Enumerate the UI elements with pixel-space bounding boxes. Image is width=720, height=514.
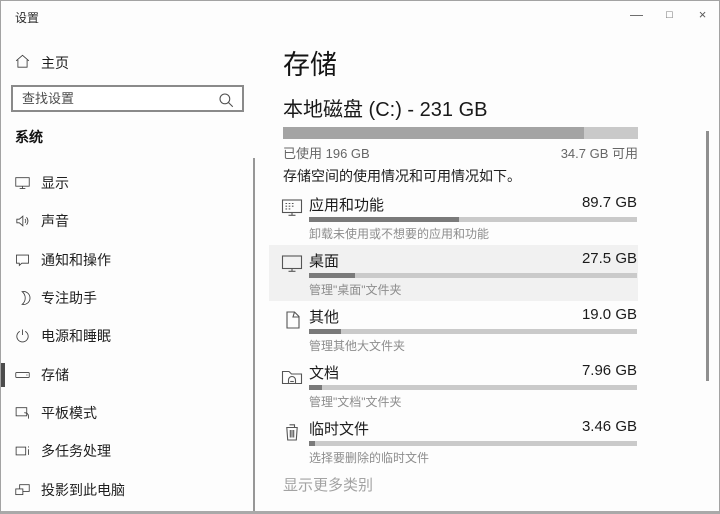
- sidebar-item-focus-assist[interactable]: 专注助手: [1, 279, 253, 317]
- category-subtitle: 管理"文档"文件夹: [309, 393, 402, 410]
- sidebar-item-label: 电源和睡眠: [41, 326, 111, 346]
- usage-description: 存储空间的使用情况和可用情况如下。: [283, 166, 521, 186]
- category-size: 3.46 GB: [582, 418, 637, 435]
- category-size: 19.0 GB: [582, 306, 637, 323]
- disk-usage-bar: [283, 127, 638, 139]
- project-icon: [14, 481, 31, 498]
- category-size: 7.96 GB: [582, 362, 637, 379]
- category-row[interactable]: 桌面 27.5 GB 管理"桌面"文件夹: [269, 245, 638, 301]
- tablet-icon: [14, 404, 31, 421]
- documents-folder-icon: [280, 364, 304, 388]
- category-row[interactable]: 其他 19.0 GB 管理其他大文件夹: [269, 301, 638, 357]
- sidebar-item-notifications[interactable]: 通知和操作: [1, 241, 253, 279]
- sidebar-item-power-sleep[interactable]: 电源和睡眠: [1, 317, 253, 355]
- category-usage-bar: [309, 441, 637, 446]
- category-usage-bar-fill: [309, 273, 355, 278]
- search-box: [11, 85, 244, 112]
- show-more-categories-link[interactable]: 显示更多类别: [283, 474, 373, 495]
- focus-assist-icon: [14, 290, 31, 307]
- sidebar-item-label: 投影到此电脑: [41, 480, 125, 500]
- window-controls: — □ ×: [620, 1, 719, 28]
- maximize-button[interactable]: □: [653, 1, 686, 28]
- window-title: 设置: [15, 9, 39, 26]
- apps-icon: [280, 196, 304, 220]
- settings-window: 设置 —□× 主页 系统 显示声音通知和操作专注助手电源和睡眠存储平板模式多任务…: [0, 0, 720, 514]
- category-list: 应用和功能 89.7 GB 卸载未使用或不想要的应用和功能桌面 27.5 GB 管理"桌…: [269, 189, 638, 469]
- power-icon: [14, 328, 31, 345]
- category-usage-bar-fill: [309, 441, 315, 446]
- close-icon: ×: [699, 7, 707, 22]
- category-usage-bar: [309, 273, 637, 278]
- page-title: 存储: [283, 43, 337, 82]
- sidebar-item-display[interactable]: 显示: [1, 164, 253, 202]
- sidebar-section-system: 系统: [15, 127, 43, 147]
- category-usage-bar-fill: [309, 385, 322, 390]
- search-icon[interactable]: [217, 91, 235, 114]
- storage-icon: [14, 366, 31, 383]
- sidebar-item-multitasking[interactable]: 多任务处理: [1, 432, 253, 470]
- category-name: 临时文件: [309, 418, 369, 439]
- category-size: 27.5 GB: [582, 250, 637, 267]
- search-input[interactable]: [13, 87, 242, 110]
- minimize-icon: —: [630, 7, 643, 22]
- category-row[interactable]: 文档 7.96 GB 管理"文档"文件夹: [269, 357, 638, 413]
- sidebar-nav-list: 显示声音通知和操作专注助手电源和睡眠存储平板模式多任务处理投影到此电脑: [1, 164, 253, 509]
- category-subtitle: 选择要删除的临时文件: [309, 449, 429, 466]
- sidebar-item-label: 多任务处理: [41, 441, 111, 461]
- category-row[interactable]: 应用和功能 89.7 GB 卸载未使用或不想要的应用和功能: [269, 189, 638, 245]
- close-button[interactable]: ×: [686, 1, 719, 28]
- sidebar-item-home[interactable]: 主页: [1, 46, 256, 78]
- sidebar-item-projecting[interactable]: 投影到此电脑: [1, 470, 253, 508]
- trash-icon: [280, 420, 304, 444]
- sidebar-item-label: 专注助手: [41, 288, 97, 308]
- sidebar-item-label: 显示: [41, 173, 69, 193]
- multitask-icon: [14, 443, 31, 460]
- sidebar-item-label: 存储: [41, 365, 69, 385]
- category-usage-bar: [309, 385, 637, 390]
- home-icon: [14, 53, 31, 70]
- desktop-icon: [280, 252, 304, 276]
- sidebar-scrollbar[interactable]: [253, 158, 255, 514]
- main-scrollbar[interactable]: [706, 131, 709, 381]
- notifications-icon: [14, 251, 31, 268]
- category-usage-bar: [309, 329, 637, 334]
- display-icon: [14, 175, 31, 192]
- minimize-button[interactable]: —: [620, 1, 653, 28]
- sidebar-item-label: 通知和操作: [41, 250, 111, 270]
- category-name: 其他: [309, 306, 339, 327]
- category-row[interactable]: 临时文件 3.46 GB 选择要删除的临时文件: [269, 413, 638, 469]
- sound-icon: [14, 213, 31, 230]
- category-name: 桌面: [309, 250, 339, 271]
- titlebar: 设置 — □ ×: [1, 1, 719, 33]
- disk-free-label: 34.7 GB 可用: [561, 143, 638, 162]
- maximize-icon: □: [666, 9, 673, 21]
- category-subtitle: 卸载未使用或不想要的应用和功能: [309, 225, 489, 242]
- sidebar-item-sound[interactable]: 声音: [1, 202, 253, 240]
- disk-usage-bar-fill: [283, 127, 584, 139]
- sidebar: 主页 系统 显示声音通知和操作专注助手电源和睡眠存储平板模式多任务处理投影到此电…: [1, 33, 256, 511]
- category-usage-bar-fill: [309, 217, 459, 222]
- disk-used-label: 已使用 196 GB: [283, 143, 370, 162]
- category-subtitle: 管理"桌面"文件夹: [309, 281, 402, 298]
- sidebar-item-tablet-mode[interactable]: 平板模式: [1, 394, 253, 432]
- main-content: 存储 本地磁盘 (C:) - 231 GB 已使用 196 GB 34.7 GB…: [256, 33, 719, 511]
- category-usage-bar: [309, 217, 637, 222]
- sidebar-item-label: 声音: [41, 211, 69, 231]
- home-label: 主页: [41, 53, 69, 73]
- category-usage-bar-fill: [309, 329, 341, 334]
- category-size: 89.7 GB: [582, 194, 637, 211]
- disk-labels: 已使用 196 GB 34.7 GB 可用: [283, 143, 638, 162]
- sidebar-item-storage[interactable]: 存储: [1, 355, 253, 393]
- category-subtitle: 管理其他大文件夹: [309, 337, 405, 354]
- selected-indicator: [1, 363, 5, 387]
- category-name: 文档: [309, 362, 339, 383]
- disk-title: 本地磁盘 (C:) - 231 GB: [283, 93, 487, 122]
- sidebar-item-label: 平板模式: [41, 403, 97, 423]
- other-folder-icon: [280, 308, 304, 332]
- category-name: 应用和功能: [309, 194, 384, 215]
